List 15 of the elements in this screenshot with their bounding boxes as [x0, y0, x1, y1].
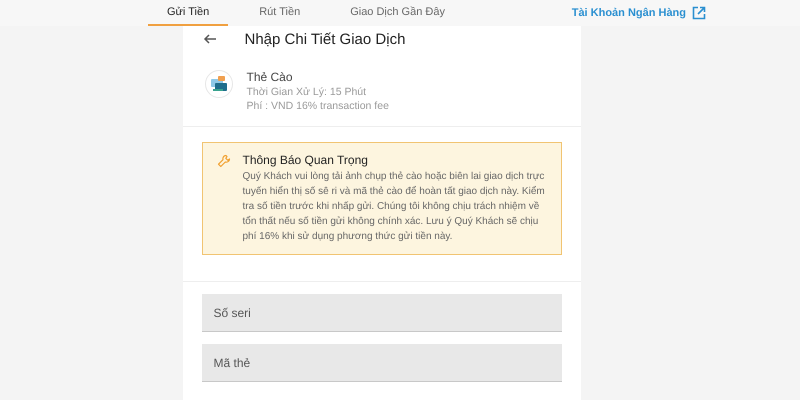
- input-field[interactable]: Số seri: [202, 294, 562, 332]
- scratch-card-icon: [204, 70, 232, 98]
- external-link-icon: [692, 6, 706, 20]
- tab[interactable]: Giao Dịch Gần Đây: [331, 0, 464, 26]
- payment-method-name: Thẻ Cào: [246, 70, 294, 84]
- card-title: Nhập Chi Tiết Giao Dịch: [244, 30, 406, 48]
- back-arrow-icon[interactable]: [202, 34, 216, 44]
- bank-account-link[interactable]: Tài Khoản Ngân Hàng: [572, 6, 706, 20]
- wrench-icon: [216, 154, 230, 168]
- fee-text: Phí : VND 16% transaction fee: [246, 100, 389, 112]
- processing-time: Thời Gian Xử Lý: 15 Phút: [246, 86, 368, 98]
- notice-title: Thông Báo Quan Trọng: [242, 153, 369, 167]
- input-field[interactable]: Mã thẻ: [202, 344, 562, 382]
- notice-text: Quý Khách vui lòng tải ảnh chụp thẻ cào hoặc biên lai giao dịch trực tuyến hiển thị số sê ri và mã thẻ cào để hoàn tất giao dịch này. Kiểm tra số tiền trước khi nhấp gửi. Chúng tôi không chịu trách nhiệm về tổn thất nếu số tiền gửi không chính xác. Lưu ý Quý Khách sẽ chịu phí 16% khi sử dụng phương thức gửi tiền này.: [242, 170, 546, 244]
- tab[interactable]: Rút Tiền: [240, 0, 320, 26]
